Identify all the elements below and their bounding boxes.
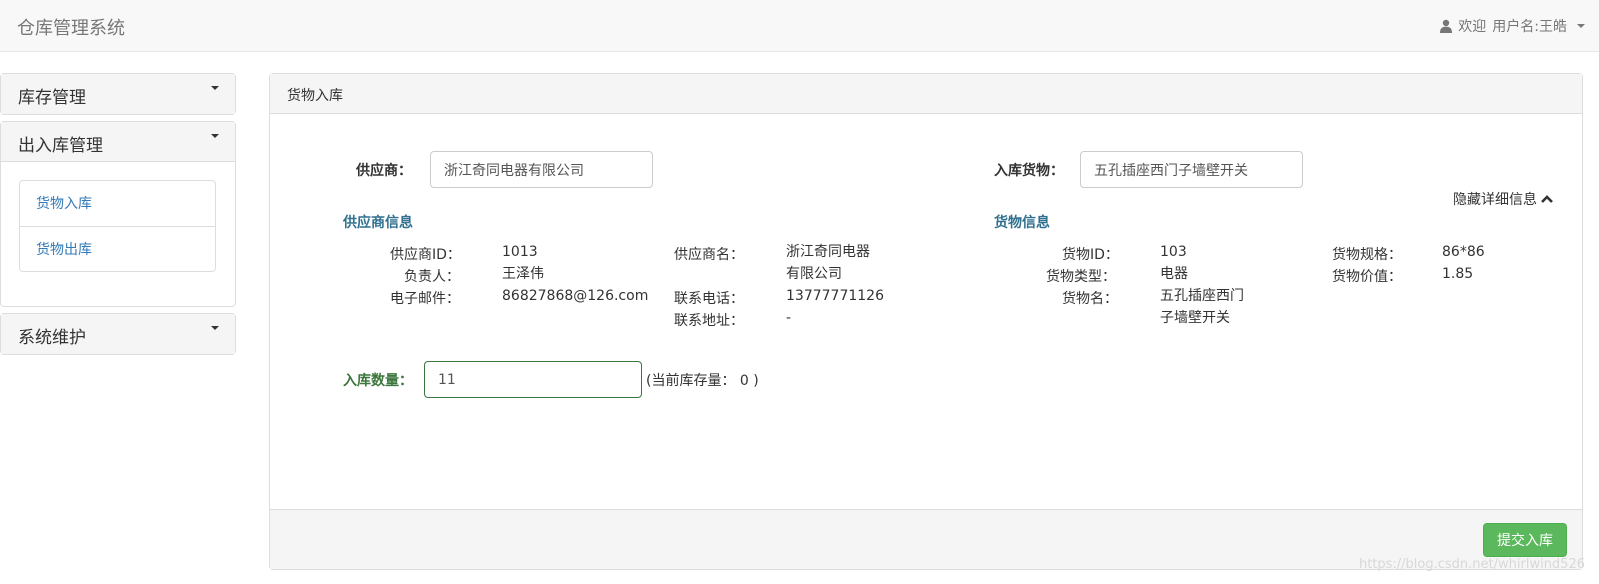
contact-person-value: 王泽伟 xyxy=(502,266,544,282)
supplier-name-value-line2: 有限公司 xyxy=(786,266,842,282)
watermark: https://blog.csdn.net/whirlwind526 xyxy=(1358,557,1585,572)
quantity-label: 入库数量： xyxy=(343,373,413,389)
supplier-name-key: 供应商名： xyxy=(674,247,744,263)
chevron-down-icon xyxy=(211,86,219,90)
stock-in-panel: 货物入库 供应商： 入库货物： 隐藏详细信息 供应商信息 供应商ID： 1013… xyxy=(269,73,1583,570)
goods-info-title: 货物信息 xyxy=(994,215,1050,231)
goods-id-key: 货物ID： xyxy=(1062,247,1119,263)
username-label[interactable]: 用户名:王皓 xyxy=(1492,16,1567,36)
panel-title: 货物入库 xyxy=(270,74,1582,114)
sidebar-sub-list: 货物入库 货物出库 xyxy=(19,180,216,272)
toggle-details-label: 隐藏详细信息 xyxy=(1453,192,1537,208)
sidebar-panel-maintenance: 系统维护 xyxy=(0,313,236,355)
toggle-details-link[interactable]: 隐藏详细信息 xyxy=(1453,189,1553,209)
address-value: - xyxy=(786,310,792,326)
sidebar-heading-maintenance[interactable]: 系统维护 xyxy=(1,314,235,354)
contact-person-key: 负责人： xyxy=(404,269,460,285)
address-key: 联系地址： xyxy=(674,313,744,329)
supplier-input[interactable] xyxy=(430,151,653,188)
supplier-id-value: 1013 xyxy=(502,244,538,260)
goods-name-value-line2: 子墙壁开关 xyxy=(1160,310,1230,326)
sidebar-heading-inventory[interactable]: 库存管理 xyxy=(1,74,235,114)
supplier-name-value-line1: 浙江奇同电器 xyxy=(786,244,870,260)
goods-price-key: 货物价值： xyxy=(1332,269,1402,285)
top-navbar: 仓库管理系统 欢迎 用户名:王皓 xyxy=(0,0,1599,52)
sidebar-panel-inventory: 库存管理 xyxy=(0,73,236,115)
chevron-down-icon xyxy=(211,134,219,138)
goods-type-value: 电器 xyxy=(1160,266,1188,282)
goods-input[interactable] xyxy=(1080,151,1303,188)
sidebar-panel-inout: 出入库管理 货物入库 货物出库 xyxy=(0,121,236,307)
sidebar-item-stock-out[interactable]: 货物出库 xyxy=(20,226,215,271)
sidebar-heading-label: 出入库管理 xyxy=(18,136,103,156)
email-value: 86827868@126.com xyxy=(502,288,649,304)
quantity-input[interactable] xyxy=(424,361,642,398)
goods-name-value-line1: 五孔插座西门 xyxy=(1160,288,1244,304)
phone-key: 联系电话： xyxy=(674,291,744,307)
goods-type-key: 货物类型： xyxy=(1046,269,1116,285)
goods-id-value: 103 xyxy=(1160,244,1187,260)
goods-price-value: 1.85 xyxy=(1442,266,1474,282)
sidebar-item-stock-in[interactable]: 货物入库 xyxy=(20,181,215,226)
sidebar-heading-label: 库存管理 xyxy=(18,88,86,108)
user-menu[interactable]: 欢迎 用户名:王皓 xyxy=(1440,16,1585,36)
current-stock-note: (当前库存量： 0 ) xyxy=(646,373,759,389)
welcome-text: 欢迎 xyxy=(1458,19,1487,35)
chevron-up-icon xyxy=(1541,195,1553,203)
sidebar-heading-label: 系统维护 xyxy=(18,328,86,348)
submit-stock-in-button[interactable]: 提交入库 xyxy=(1483,523,1567,557)
email-key: 电子邮件： xyxy=(390,291,460,307)
goods-label: 入库货物： xyxy=(994,163,1064,179)
goods-name-key: 货物名： xyxy=(1062,291,1118,307)
chevron-down-icon xyxy=(211,326,219,330)
goods-spec-key: 货物规格： xyxy=(1332,247,1402,263)
supplier-id-key: 供应商ID： xyxy=(390,247,461,263)
supplier-label: 供应商： xyxy=(356,163,412,179)
chevron-down-icon xyxy=(1577,24,1585,28)
app-brand[interactable]: 仓库管理系统 xyxy=(17,14,125,40)
goods-spec-value: 86*86 xyxy=(1442,244,1485,260)
phone-value: 13777771126 xyxy=(786,288,884,304)
user-icon xyxy=(1440,19,1453,33)
supplier-info-title: 供应商信息 xyxy=(343,215,413,231)
sidebar-heading-inout[interactable]: 出入库管理 xyxy=(1,122,235,162)
